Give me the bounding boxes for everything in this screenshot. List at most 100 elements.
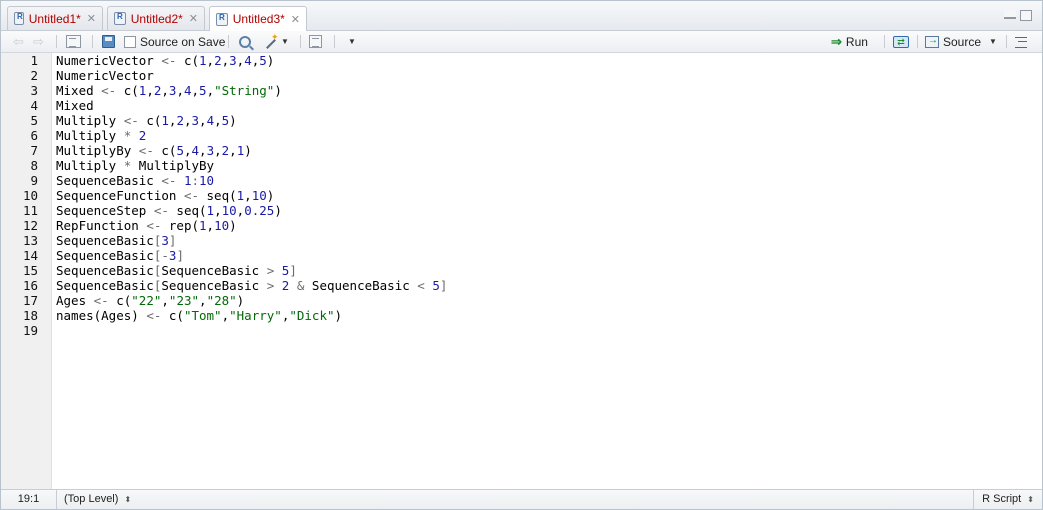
line-number: 10 [22, 188, 38, 203]
code-line[interactable]: SequenceFunction <- seq(1,10) [56, 188, 274, 203]
scope-selector[interactable]: (Top Level) ⬍ [64, 490, 132, 509]
r-file-icon [14, 12, 24, 25]
tab-untitled3[interactable]: Untitled3* ✕ [209, 6, 307, 31]
line-number: 7 [30, 143, 38, 158]
run-label: Run [845, 34, 868, 49]
source-on-save-label: Source on Save [140, 34, 226, 49]
line-number: 3 [30, 83, 38, 98]
line-number: 12 [22, 218, 38, 233]
code-line[interactable]: SequenceBasic[SequenceBasic > 5] [56, 263, 297, 278]
code-line[interactable]: SequenceBasic[SequenceBasic > 2 & Sequen… [56, 278, 447, 293]
line-number: 4 [30, 98, 38, 113]
show-in-new-window-button[interactable] [66, 33, 81, 50]
find-replace-button[interactable] [239, 33, 251, 50]
window-controls [1004, 10, 1032, 21]
close-icon[interactable]: ✕ [291, 13, 300, 26]
line-number: 5 [30, 113, 38, 128]
tab-untitled1[interactable]: Untitled1* ✕ [7, 6, 103, 30]
tab-label: Untitled3* [232, 12, 285, 26]
updown-icon: ⬍ [124, 495, 132, 504]
code-line[interactable]: SequenceBasic <- 1:10 [56, 173, 214, 188]
scope-label: (Top Level) [64, 493, 119, 505]
maximize-icon[interactable] [1020, 10, 1032, 21]
editor-toolbar: ⇦ ⇨ Source on Save ▼ ▼ [1, 31, 1042, 53]
code-line[interactable]: Mixed [56, 98, 94, 113]
code-line[interactable]: names(Ages) <- c("Tom","Harry","Dick") [56, 308, 342, 323]
updown-icon: ⬍ [1027, 495, 1034, 504]
code-line[interactable]: SequenceBasic[-3] [56, 248, 184, 263]
tab-untitled2[interactable]: Untitled2* ✕ [107, 6, 205, 30]
forward-button[interactable]: ⇨ [33, 33, 47, 50]
magic-wand-icon [264, 32, 279, 49]
search-icon [239, 35, 251, 48]
more-options-button[interactable]: ▼ [345, 33, 356, 50]
run-arrow-icon: ⇒ [831, 33, 842, 49]
chevron-down-icon: ▼ [348, 37, 356, 46]
toolbar-divider [56, 35, 57, 48]
source-icon [925, 35, 939, 48]
r-file-icon [114, 12, 126, 25]
source-label: Source [943, 34, 982, 49]
notebook-icon [309, 35, 322, 48]
line-number: 9 [30, 173, 38, 188]
line-number: 19 [22, 323, 38, 338]
toolbar-divider [1006, 35, 1007, 48]
back-button[interactable]: ⇦ [13, 33, 27, 50]
close-icon[interactable]: ✕ [87, 12, 96, 25]
line-number: 16 [22, 278, 38, 293]
rerun-button[interactable]: ⇄ [893, 33, 909, 50]
code-line[interactable]: Multiply * 2 [56, 128, 146, 143]
tab-label: Untitled2* [130, 11, 183, 26]
line-number: 8 [30, 158, 38, 173]
code-line[interactable]: Multiply <- c(1,2,3,4,5) [56, 113, 237, 128]
chevron-down-icon: ▼ [281, 37, 289, 46]
rerun-icon: ⇄ [893, 35, 909, 48]
toolbar-divider [228, 35, 229, 48]
line-number: 14 [22, 248, 38, 263]
close-icon[interactable]: ✕ [189, 12, 198, 25]
run-button[interactable]: ⇒ Run [831, 33, 868, 50]
code-line[interactable]: RepFunction <- rep(1,10) [56, 218, 237, 233]
code-line[interactable]: NumericVector <- c(1,2,3,4,5) [56, 53, 274, 68]
chevron-down-icon[interactable]: ▼ [989, 37, 997, 46]
line-number-gutter: 1 2 3 4 5 6 7 8 9 10 11 12 13 14 15 16 17 18 19 [1, 53, 52, 489]
arrow-right-icon: ⇨ [33, 33, 44, 49]
save-icon [102, 35, 115, 48]
toolbar-divider [884, 35, 885, 48]
file-type-selector[interactable]: R Script ⬍ [973, 490, 1042, 509]
r-file-icon [216, 12, 228, 26]
toolbar-divider [917, 35, 918, 48]
minimize-icon[interactable] [1004, 10, 1016, 19]
line-number: 18 [22, 308, 38, 323]
outline-icon [1015, 36, 1027, 48]
code-editor[interactable]: 1 2 3 4 5 6 7 8 9 10 11 12 13 14 15 16 17 18 19 NumericVec… [1, 53, 1042, 489]
code-line[interactable]: SequenceBasic[3] [56, 233, 176, 248]
line-number: 1 [30, 53, 38, 68]
code-line[interactable]: Mixed <- c(1,2,3,4,5,"String") [56, 83, 282, 98]
save-button[interactable] [102, 33, 115, 50]
status-bar: 19:1 (Top Level) ⬍ R Script ⬍ [1, 489, 1042, 509]
document-outline-button[interactable] [1015, 33, 1027, 50]
code-line[interactable]: Ages <- c("22","23","28") [56, 293, 244, 308]
code-line[interactable]: SequenceStep <- seq(1,10,0.25) [56, 203, 282, 218]
source-button[interactable]: Source ▼ [925, 33, 997, 50]
source-on-save-checkbox[interactable] [124, 35, 136, 48]
source-editor-pane: Untitled1* ✕ Untitled2* ✕ Untitled3* ✕ ⇦… [0, 0, 1043, 510]
line-number: 13 [22, 233, 38, 248]
toolbar-divider [300, 35, 301, 48]
line-number: 6 [30, 128, 38, 143]
tab-label: Untitled1* [28, 11, 81, 26]
code-line[interactable]: Multiply * MultiplyBy [56, 158, 214, 173]
line-number: 15 [22, 263, 38, 278]
line-number: 2 [30, 68, 38, 83]
line-number: 17 [22, 293, 38, 308]
source-on-save-toggle[interactable]: Source on Save [124, 33, 225, 50]
file-type-label: R Script [982, 493, 1022, 505]
compile-report-button[interactable] [309, 33, 322, 50]
code-tools-button[interactable]: ▼ [264, 32, 289, 50]
code-line[interactable]: MultiplyBy <- c(5,4,3,2,1) [56, 143, 252, 158]
tab-bar: Untitled1* ✕ Untitled2* ✕ Untitled3* ✕ [1, 1, 1042, 31]
new-window-icon [66, 35, 81, 48]
toolbar-divider [92, 35, 93, 48]
code-line[interactable]: NumericVector [56, 68, 154, 83]
